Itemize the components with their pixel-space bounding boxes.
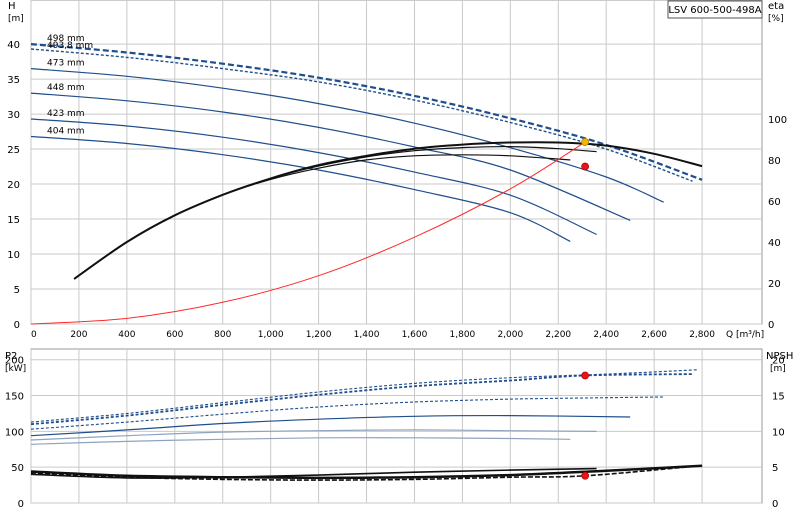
duty-point-marker xyxy=(581,471,590,480)
head-tick-label: 15 xyxy=(7,215,20,226)
x-tick-label: 400 xyxy=(118,330,135,340)
eta-axis-label: eta xyxy=(768,1,784,12)
npsh-tick-label: 0 xyxy=(772,499,778,510)
x-tick-label: 1,200 xyxy=(306,330,332,340)
head-curve-label: 404 mm xyxy=(47,126,85,136)
x-tick-label: 2,600 xyxy=(641,330,667,340)
head-tick-label: 10 xyxy=(7,250,20,261)
pump-curve-figure: 0 200 400 600 800 1,000 1,200 1,400 1,600 1,800 2,… xyxy=(0,0,800,520)
flow-axis-label: Q [m³/h] xyxy=(726,330,764,340)
head-curve-label: 423 mm xyxy=(47,109,85,119)
npsh-tick-label: 5 xyxy=(772,463,778,474)
npsh-tick-label: 15 xyxy=(772,392,785,403)
head-curve-label: 493,8 mm xyxy=(47,41,93,51)
power-axis-label: P2 xyxy=(5,351,17,362)
x-tick-label: 1,800 xyxy=(450,330,476,340)
power-axis-unit: [kW] xyxy=(5,364,26,374)
head-tick-label: 5 xyxy=(14,285,20,296)
head-tick-label: 20 xyxy=(7,180,20,191)
x-tick-label: 2,000 xyxy=(497,330,523,340)
head-tick-label: 35 xyxy=(7,75,20,86)
x-tick-label: 600 xyxy=(166,330,183,340)
eta-tick-label: 20 xyxy=(768,279,781,290)
x-tick-label: 800 xyxy=(214,330,231,340)
eta-axis-unit: [%] xyxy=(768,14,784,24)
x-tick-label: 2,800 xyxy=(689,330,715,340)
x-tick-label: 1,400 xyxy=(354,330,380,340)
x-tick-label: 2,400 xyxy=(593,330,619,340)
eta-tick-label: 80 xyxy=(768,156,781,167)
eta-tick-label: 40 xyxy=(768,238,781,249)
npsh-axis-unit: [m] xyxy=(770,364,786,374)
head-axis-unit: [m] xyxy=(8,14,24,24)
eta-tick-label: 60 xyxy=(768,197,781,208)
x-tick-label: 2,200 xyxy=(545,330,571,340)
head-tick-label: 25 xyxy=(7,145,20,156)
power-tick-label: 150 xyxy=(5,392,24,403)
power-tick-label: 50 xyxy=(11,463,24,474)
head-tick-label: 30 xyxy=(7,110,20,121)
x-tick-label: 1,000 xyxy=(258,330,284,340)
eta-tick-label: 0 xyxy=(768,320,774,331)
x-tick-label: 1,600 xyxy=(402,330,428,340)
npsh-axis-label: NPSH xyxy=(766,351,793,362)
head-axis-label: H xyxy=(8,1,16,12)
power-tick-label: 100 xyxy=(5,427,24,438)
duty-point-marker xyxy=(581,138,590,146)
eta-tick-label: 100 xyxy=(768,115,787,126)
head-curve-label: 448 mm xyxy=(47,83,85,93)
power-tick-label: 0 xyxy=(18,499,24,510)
x-tick-label: 200 xyxy=(70,330,87,340)
model-label: LSV 600-500-498A xyxy=(668,5,761,16)
x-tick-label: 0 xyxy=(31,330,37,340)
head-tick-label: 0 xyxy=(14,320,20,331)
pump-curve-chart: 0 200 400 600 800 1,000 1,200 1,400 1,600 1,800 2,… xyxy=(5,0,793,510)
head-curve-label: 473 mm xyxy=(47,59,85,69)
npsh-tick-label: 10 xyxy=(772,427,785,438)
duty-point-marker xyxy=(581,162,590,171)
head-tick-label: 40 xyxy=(7,40,20,51)
duty-point-marker xyxy=(581,371,590,380)
